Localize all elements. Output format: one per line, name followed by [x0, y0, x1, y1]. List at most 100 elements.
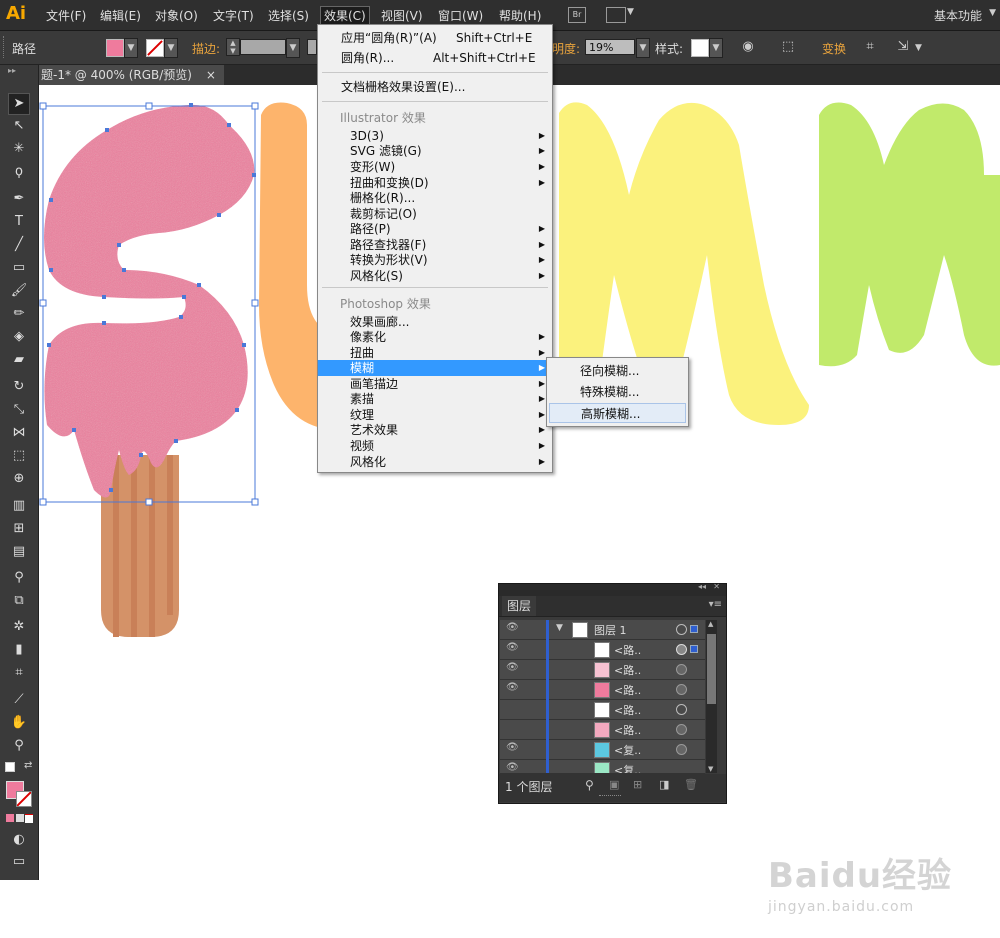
collapse-panel-icon[interactable]: ◂◂	[698, 582, 706, 591]
opacity-label[interactable]: 明度:	[552, 40, 580, 57]
menu-edit[interactable]: 编辑(E)	[97, 7, 144, 25]
menu-help[interactable]: 帮助(H)	[496, 7, 544, 25]
new-layer-icon[interactable]: ◨	[659, 778, 669, 791]
menu-window[interactable]: 窗口(W)	[435, 7, 486, 25]
menu-item-rasterize[interactable]: 栅格化(R)...	[318, 190, 552, 206]
graphic-style-swatch[interactable]	[691, 39, 709, 57]
stroke-label[interactable]: 描边:	[192, 40, 220, 57]
trash-icon[interactable]: 🗑	[684, 778, 698, 791]
menu-item-effect-gallery[interactable]: 效果画廊...	[318, 314, 552, 330]
menu-item-pathfinder[interactable]: 路径查找器(F) ▶	[318, 237, 552, 253]
last-effect-item[interactable]: 圆角(R)... Alt+Shift+Ctrl+E	[318, 50, 552, 66]
bridge-button[interactable]: Br	[568, 7, 586, 23]
rotate-tool-icon[interactable]: ↻	[9, 377, 29, 397]
recolor-icon[interactable]: ◉	[738, 37, 758, 57]
locate-object-icon[interactable]: ⚲	[585, 778, 594, 792]
direct-selection-tool-icon[interactable]: ↖	[9, 116, 29, 136]
panel-menu-icon[interactable]: ▾≡	[709, 599, 722, 610]
menu-item-stylize-ps[interactable]: 风格化 ▶	[318, 454, 552, 470]
fill-swatch[interactable]	[106, 39, 124, 57]
clipping-mask-icon[interactable]: ▣	[609, 778, 619, 791]
smart-blur-item[interactable]: 特殊模糊...	[549, 382, 686, 402]
gradient-mode-icon[interactable]	[16, 814, 24, 822]
sublayer-row[interactable]: 👁 <复..	[500, 760, 705, 774]
menu-item-distort[interactable]: 扭曲 ▶	[318, 345, 552, 361]
stroke-color-swatch[interactable]	[16, 791, 32, 807]
workspace-switcher[interactable]: 基本功能	[934, 7, 982, 24]
sublayer-row[interactable]: 👁 <路..	[500, 660, 705, 680]
menu-item-warp[interactable]: 变形(W) ▶	[318, 159, 552, 175]
layer-row[interactable]: 👁 ▼ 图层 1	[500, 620, 705, 640]
rectangle-tool-icon[interactable]: ▭	[9, 258, 29, 278]
column-graph-tool-icon[interactable]: ▮	[9, 640, 29, 660]
target-circle-icon[interactable]	[676, 644, 687, 655]
line-tool-icon[interactable]: ╱	[9, 235, 29, 255]
profile-field[interactable]	[307, 39, 317, 55]
menu-item-artistic[interactable]: 艺术效果 ▶	[318, 422, 552, 438]
radial-blur-item[interactable]: 径向模糊...	[549, 361, 686, 381]
menu-item-texture[interactable]: 纹理 ▶	[318, 407, 552, 423]
stroke-stepper[interactable]: ▲ ▼	[226, 38, 240, 56]
popsicle-stick[interactable]	[101, 455, 179, 637]
transform-label[interactable]: 变换	[822, 40, 846, 57]
stroke-swatch[interactable]	[146, 39, 164, 57]
swap-colors-icon[interactable]: ⇄	[24, 760, 32, 771]
pen-tool-icon[interactable]: ✒	[9, 189, 29, 209]
opacity-dropdown[interactable]: ▼	[636, 38, 650, 58]
menu-item-crop-marks[interactable]: 裁剪标记(O)	[318, 206, 552, 222]
menu-select[interactable]: 选择(S)	[265, 7, 312, 25]
layers-tab[interactable]: 图层	[502, 596, 537, 616]
none-mode-icon[interactable]	[25, 814, 33, 823]
blend-tool-icon[interactable]: ⧉	[9, 591, 29, 611]
scroll-up-icon[interactable]: ▲	[708, 620, 713, 628]
scroll-down-icon[interactable]: ▼	[708, 765, 713, 773]
magic-wand-tool-icon[interactable]: ✳	[9, 139, 29, 159]
shape-builder-tool-icon[interactable]: ⊕	[9, 469, 29, 489]
color-mode-icon[interactable]	[6, 814, 14, 822]
menu-view[interactable]: 视图(V)	[378, 7, 426, 25]
selection-tool-icon[interactable]: ➤	[8, 93, 30, 115]
pencil-tool-icon[interactable]: ✏	[9, 304, 29, 324]
graphic-style-dropdown[interactable]: ▼	[709, 38, 723, 58]
collapse-panel-icon[interactable]: ▸▸	[8, 66, 16, 75]
menu-item-stylize-ai[interactable]: 风格化(S) ▶	[318, 268, 552, 284]
screen-mode-icon[interactable]: ▭	[9, 852, 29, 872]
gradient-tool-icon[interactable]: ▤	[9, 542, 29, 562]
eye-icon[interactable]: 👁	[506, 642, 519, 653]
target-circle-icon[interactable]	[676, 704, 687, 715]
menu-object[interactable]: 对象(O)	[152, 7, 201, 25]
stroke-dropdown[interactable]: ▼	[164, 38, 178, 58]
free-transform-tool-icon[interactable]: ⬚	[9, 446, 29, 466]
menu-item-distort-transform[interactable]: 扭曲和变换(D) ▶	[318, 175, 552, 191]
close-tab-icon[interactable]: ×	[206, 68, 216, 82]
sublayer-row[interactable]: 👁 <路..	[500, 640, 705, 660]
letter-m-second[interactable]	[819, 102, 1000, 367]
isolate-icon[interactable]: ⌗	[860, 37, 880, 57]
expand-triangle-icon[interactable]: ▼	[556, 623, 563, 633]
sublayer-row[interactable]: 👁 <复..	[500, 740, 705, 760]
mesh-tool-icon[interactable]: ⊞	[9, 519, 29, 539]
letter-s[interactable]	[44, 104, 255, 498]
paintbrush-tool-icon[interactable]: 🖌	[9, 281, 29, 301]
menu-item-brush-strokes[interactable]: 画笔描边 ▶	[318, 376, 552, 392]
sublayer-row[interactable]: 👁 <路..	[500, 680, 705, 700]
apply-last-effect-item[interactable]: 应用“圆角(R)”(A) Shift+Ctrl+E	[318, 30, 552, 46]
menu-item-pixelate[interactable]: 像素化 ▶	[318, 329, 552, 345]
eye-icon[interactable]: 👁	[506, 622, 519, 633]
opacity-field[interactable]: 19%	[585, 39, 635, 55]
fill-dropdown[interactable]: ▼	[124, 38, 138, 58]
resize-grip-icon[interactable]	[599, 795, 621, 798]
new-sublayer-icon[interactable]: ⊞	[633, 778, 642, 791]
eye-icon[interactable]: 👁	[506, 762, 519, 773]
scale-tool-icon[interactable]: ⤡	[9, 400, 29, 420]
eye-icon[interactable]: 👁	[506, 682, 519, 693]
eye-icon[interactable]: 👁	[506, 662, 519, 673]
hand-tool-icon[interactable]: ✋	[9, 713, 29, 733]
menu-item-svg-filters[interactable]: SVG 滤镜(G) ▶	[318, 143, 552, 159]
menu-item-path[interactable]: 路径(P) ▶	[318, 221, 552, 237]
width-tool-icon[interactable]: ⋈	[9, 423, 29, 443]
lasso-tool-icon[interactable]: ϙ	[9, 162, 29, 182]
arrange-documents-icon[interactable]	[606, 7, 626, 23]
symbol-sprayer-tool-icon[interactable]: ✲	[9, 617, 29, 637]
artboard-tool-icon[interactable]: ⌗	[9, 663, 29, 683]
